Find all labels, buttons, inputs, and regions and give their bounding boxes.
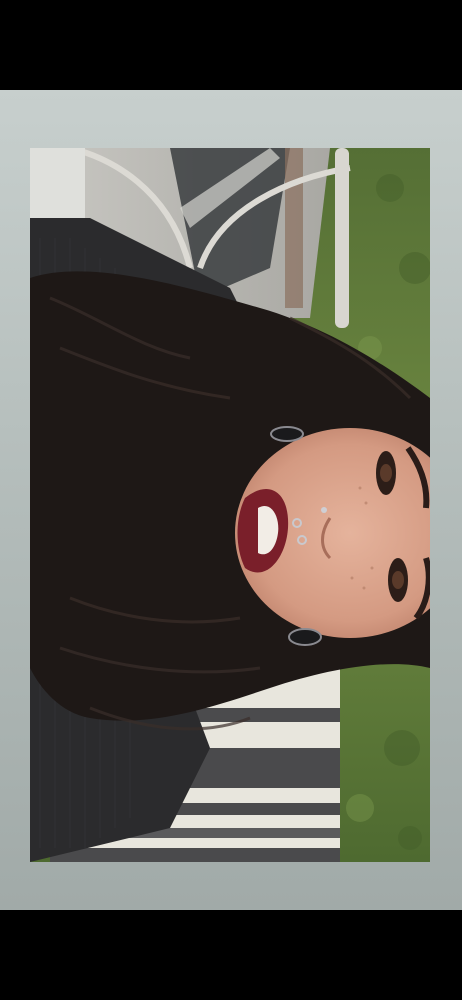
- earring-left: [270, 426, 304, 442]
- story-photo[interactable]: [30, 148, 430, 862]
- bottom-black-bar: [0, 910, 462, 1000]
- eye-left: [376, 451, 396, 495]
- edging: [285, 148, 303, 308]
- eye-right: [388, 558, 408, 602]
- top-black-bar: [0, 0, 462, 90]
- earring-right: [288, 628, 322, 646]
- nose-ring: [321, 507, 327, 513]
- portrait-photo: [30, 148, 430, 862]
- instagram-story-screen: [0, 0, 462, 1000]
